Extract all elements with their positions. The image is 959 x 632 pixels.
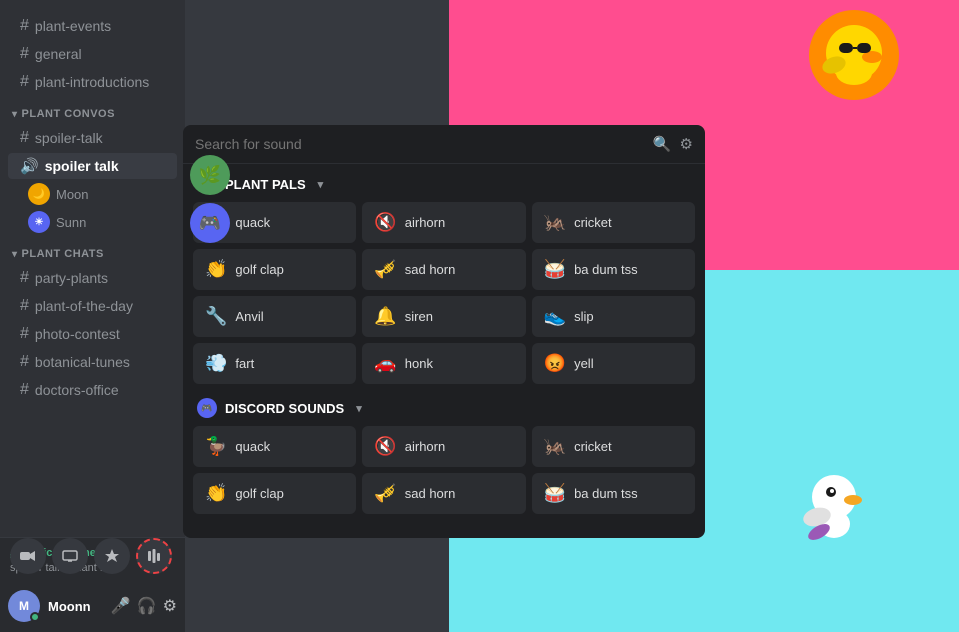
sidebar-item-plant-events[interactable]: # plant-events [8, 13, 177, 39]
sound-cricket-2[interactable]: 🦗 cricket [532, 426, 695, 467]
section-header-discord-sounds: 🎮 DISCORD SOUNDS ▾ [193, 398, 695, 418]
sound-ba-dum-tss-2[interactable]: 🥁 ba dum tss [532, 473, 695, 514]
sidebar-item-spoiler-talk[interactable]: # spoiler-talk [8, 125, 177, 151]
hash-icon: # [20, 325, 29, 343]
hash-icon: # [20, 297, 29, 315]
sidebar-item-plant-of-the-day[interactable]: # plant-of-the-day [8, 293, 177, 319]
server-avatar-plant[interactable]: 🌿 [190, 155, 230, 195]
sound-sad-horn-1[interactable]: 🎺 sad horn [362, 249, 525, 290]
server-icons: 🌿 🎮 [190, 155, 230, 243]
sidebar-item-party-plants[interactable]: # party-plants [8, 265, 177, 291]
sidebar-item-spoiler-talk-voice[interactable]: 🔊 spoiler talk [8, 153, 177, 179]
username-label: Moonn [48, 599, 111, 614]
hash-icon: # [20, 73, 29, 91]
hash-icon: # [20, 353, 29, 371]
voice-member-sunn[interactable]: ☀ Sunn [0, 208, 185, 236]
sound-yell[interactable]: 😡 yell [532, 343, 695, 384]
mic-icon[interactable]: 🎤 [111, 596, 131, 616]
sound-airhorn-1[interactable]: 🔇 airhorn [362, 202, 525, 243]
hash-icon: # [20, 129, 29, 147]
sidebar-item-photo-contest[interactable]: # photo-contest [8, 321, 177, 347]
search-icon: 🔍 [653, 135, 672, 153]
mascot-pink [809, 10, 899, 100]
sidebar-item-botanical-tunes[interactable]: # botanical-tunes [8, 349, 177, 375]
sound-fart[interactable]: 💨 fart [193, 343, 356, 384]
hash-icon: # [20, 269, 29, 287]
status-dot [30, 612, 40, 622]
plant-pals-sounds-grid: 🦆 quack 🔇 airhorn 🦗 cricket 👏 golf clap … [193, 202, 695, 384]
section-arrow: ▾ [12, 249, 18, 260]
sidebar-item-doctors-office[interactable]: # doctors-office [8, 377, 177, 403]
sound-siren[interactable]: 🔔 siren [362, 296, 525, 337]
camera-button[interactable] [10, 538, 46, 574]
sound-golf-clap-2[interactable]: 👏 golf clap [193, 473, 356, 514]
server-avatar-discord[interactable]: 🎮 [190, 203, 230, 243]
user-avatar: M [8, 590, 40, 622]
section-header-plant-pals: 🌿 PLANT PALS ▾ [193, 174, 695, 194]
screen-share-button[interactable] [52, 538, 88, 574]
section-plant-convos: ▾ PLANT CONVOS [0, 96, 185, 124]
soundboard-search-bar: 🔍 ⚙ [183, 125, 705, 164]
soundboard-button[interactable] [136, 538, 172, 574]
discord-section-chevron[interactable]: ▾ [356, 402, 362, 415]
discord-sounds-grid: 🦆 quack 🔇 airhorn 🦗 cricket 👏 golf clap … [193, 426, 695, 514]
member-avatar-moon: 🌙 [28, 183, 50, 205]
mascot-cyan [789, 462, 879, 552]
hash-icon: # [20, 381, 29, 399]
sound-sad-horn-2[interactable]: 🎺 sad horn [362, 473, 525, 514]
sidebar-item-plant-introductions[interactable]: # plant-introductions [8, 69, 177, 95]
sound-airhorn-2[interactable]: 🔇 airhorn [362, 426, 525, 467]
headset-icon[interactable]: 🎧 [137, 596, 157, 616]
sound-anvil[interactable]: 🔧 Anvil [193, 296, 356, 337]
sidebar: # plant-events # general # plant-introdu… [0, 0, 185, 580]
sound-search-input[interactable] [195, 136, 645, 152]
sound-quack-2[interactable]: 🦆 quack [193, 426, 356, 467]
activity-button[interactable] [94, 538, 130, 574]
sound-slip[interactable]: 👟 slip [532, 296, 695, 337]
member-avatar-sunn: ☀ [28, 211, 50, 233]
user-controls: 🎤 🎧 ⚙ [111, 596, 177, 616]
gear-icon[interactable]: ⚙ [680, 135, 693, 153]
settings-icon[interactable]: ⚙ [163, 596, 177, 616]
voice-toolbar [0, 532, 245, 580]
discord-server-icon: 🎮 [197, 398, 217, 418]
section-arrow: ▾ [12, 109, 18, 120]
sound-golf-clap-1[interactable]: 👏 golf clap [193, 249, 356, 290]
section-plant-chats: ▾ PLANT CHATS [0, 236, 185, 264]
sound-cricket-1[interactable]: 🦗 cricket [532, 202, 695, 243]
sidebar-item-general[interactable]: # general [8, 41, 177, 67]
soundboard-popup: 🔍 ⚙ 🌿 PLANT PALS ▾ 🦆 quack 🔇 airhorn 🦗 c… [183, 125, 705, 538]
hash-icon: # [20, 17, 29, 35]
soundboard-content: 🌿 PLANT PALS ▾ 🦆 quack 🔇 airhorn 🦗 crick… [183, 164, 705, 538]
sound-ba-dum-tss-1[interactable]: 🥁 ba dum tss [532, 249, 695, 290]
section-chevron[interactable]: ▾ [318, 178, 324, 191]
user-status-bar: M Moonn 🎤 🎧 ⚙ [0, 580, 185, 632]
sound-honk[interactable]: 🚗 honk [362, 343, 525, 384]
hash-icon: # [20, 45, 29, 63]
speaker-icon: 🔊 [20, 157, 39, 175]
voice-member-moon[interactable]: 🌙 Moon [0, 180, 185, 208]
